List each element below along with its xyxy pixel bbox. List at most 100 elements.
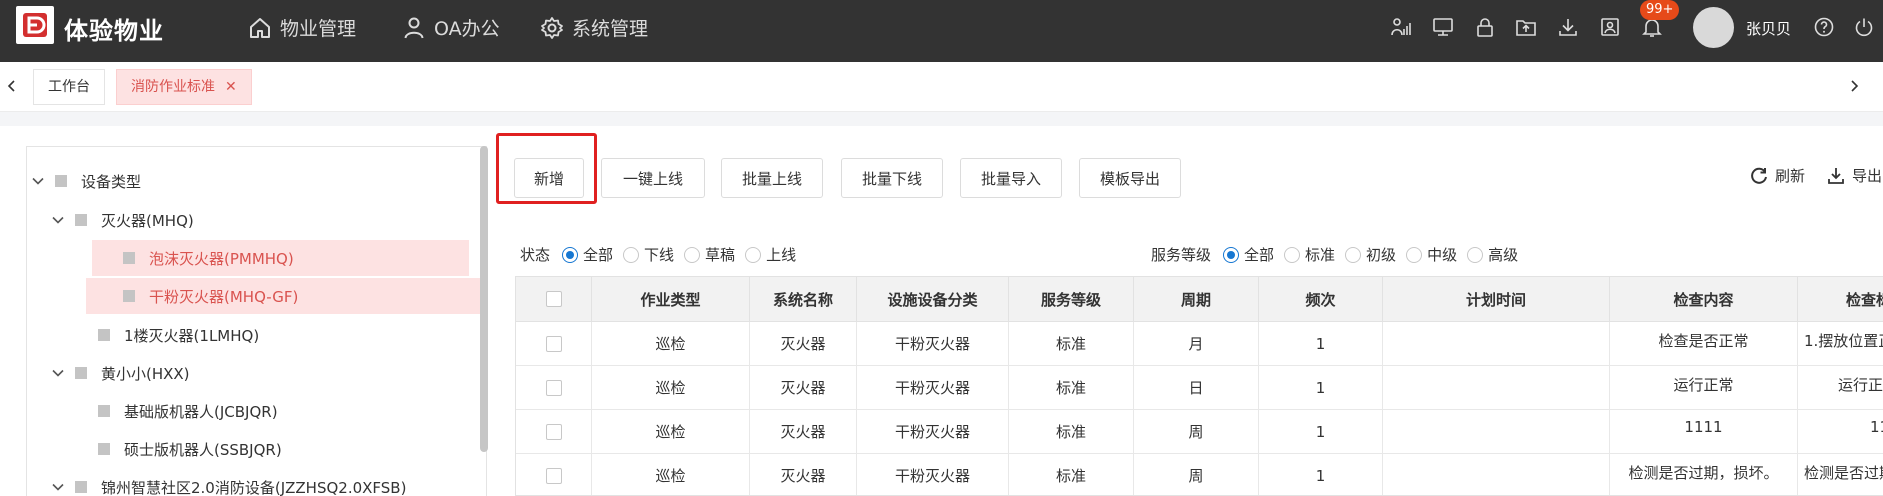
tab-label: 工作台 <box>48 79 90 95</box>
contact-icon[interactable] <box>1599 16 1621 38</box>
status-option-all[interactable]: 全部 <box>562 244 613 265</box>
status-option-offline[interactable]: 下线 <box>623 244 674 265</box>
batch-online-button[interactable]: 批量上线 <box>721 158 823 198</box>
tab-scroll-right[interactable] <box>1842 74 1866 98</box>
avatar[interactable] <box>1693 7 1734 48</box>
tree-node-mhq-gf[interactable]: 干粉灭火器(MHQ-GF) <box>86 278 481 314</box>
status-option-online[interactable]: 上线 <box>745 244 796 265</box>
radio-icon[interactable] <box>1467 246 1484 263</box>
batch-offline-button[interactable]: 批量下线 <box>841 158 943 198</box>
table-cell: 灭火器 <box>750 322 857 366</box>
folder-icon <box>75 481 87 493</box>
tree-node-hxx[interactable]: 黄小小(HXX) <box>27 355 485 391</box>
level-option-standard[interactable]: 标准 <box>1284 244 1335 265</box>
radio-icon[interactable] <box>1406 246 1423 263</box>
tree-node-root[interactable]: 设备类型 <box>27 163 485 199</box>
highlight-box <box>496 133 597 204</box>
select-all-checkbox[interactable] <box>545 291 562 307</box>
status-filter: 状态 全部 下线 草稿 上线 <box>520 244 806 265</box>
batch-import-button[interactable]: 批量导入 <box>960 158 1062 198</box>
one-click-online-button[interactable]: 一键上线 <box>601 158 705 198</box>
row-checkbox[interactable] <box>545 379 562 396</box>
tree-node-label: 灭火器(MHQ) <box>101 211 194 230</box>
table-cell: 1 <box>1259 366 1383 410</box>
chevron-down-icon[interactable] <box>31 174 45 188</box>
person-chart-icon[interactable] <box>1390 16 1412 38</box>
radio-icon[interactable] <box>1284 246 1301 263</box>
radio-label: 全部 <box>583 246 614 264</box>
chevron-right-icon <box>1851 80 1859 92</box>
lock-icon[interactable] <box>1474 16 1496 38</box>
folder-upload-icon[interactable] <box>1515 16 1537 38</box>
tree-node-pmmhq[interactable]: 泡沫灭火器(PMMHQ) <box>92 240 469 276</box>
tree-node-jcbjqr[interactable]: 基础版机器人(JCBJQR) <box>27 393 485 429</box>
table-cell: 检测是否过期， <box>1798 454 1883 495</box>
column-header[interactable]: 周期 <box>1134 277 1259 322</box>
folder-icon <box>75 214 87 226</box>
table-cell: 干粉灭火器 <box>857 322 1009 366</box>
column-header[interactable]: 检查内容 <box>1610 277 1798 322</box>
refresh-button[interactable]: 刷新 <box>1749 165 1805 186</box>
radio-label: 草稿 <box>705 246 736 264</box>
username[interactable]: 张贝贝 <box>1746 18 1791 39</box>
chevron-down-icon[interactable] <box>51 366 65 380</box>
row-checkbox[interactable] <box>545 335 562 352</box>
table-cell: 标准 <box>1009 366 1134 410</box>
radio-label: 初级 <box>1366 246 1397 264</box>
table-cell: 巡检 <box>592 454 750 495</box>
nav-oa-office[interactable]: OA办公 <box>402 14 500 41</box>
radio-icon[interactable] <box>623 246 640 263</box>
column-header[interactable]: 计划时间 <box>1383 277 1610 322</box>
radio-checked-icon[interactable] <box>562 246 579 263</box>
table-cell: 111 <box>1798 410 1883 454</box>
column-header[interactable]: 设施设备分类 <box>857 277 1009 322</box>
table-cell: 检查是否正常 <box>1610 322 1798 366</box>
table-row-checkbox-cell <box>516 454 592 495</box>
tree-node-ssbjqr[interactable]: 硕士版机器人(SSBJQR) <box>27 431 485 467</box>
chevron-down-icon[interactable] <box>51 213 65 227</box>
level-option-high[interactable]: 高级 <box>1467 244 1518 265</box>
content-divider <box>0 112 1883 126</box>
close-icon[interactable]: ✕ <box>225 79 237 95</box>
column-header[interactable]: 作业类型 <box>592 277 750 322</box>
tree-scrollbar[interactable] <box>480 146 488 452</box>
tab-workbench[interactable]: 工作台 <box>33 69 105 105</box>
download-icon[interactable] <box>1557 16 1579 38</box>
status-option-draft[interactable]: 草稿 <box>684 244 735 265</box>
brand-logo[interactable] <box>16 6 54 44</box>
radio-label: 上线 <box>766 246 797 264</box>
table-cell: 周 <box>1134 410 1259 454</box>
column-header[interactable]: 服务等级 <box>1009 277 1134 322</box>
status-filter-label: 状态 <box>520 246 551 264</box>
power-icon[interactable] <box>1853 16 1875 38</box>
tree-node-mhq[interactable]: 灭火器(MHQ) <box>27 202 485 238</box>
table-cell <box>1383 410 1610 454</box>
column-header[interactable]: 检查标 <box>1798 277 1883 322</box>
level-option-all[interactable]: 全部 <box>1223 244 1274 265</box>
nav-property-management[interactable]: 物业管理 <box>248 14 356 41</box>
table-cell: 灭火器 <box>750 410 857 454</box>
radio-icon[interactable] <box>1345 246 1362 263</box>
export-button[interactable]: 导出 <box>1826 165 1882 186</box>
monitor-icon[interactable] <box>1432 16 1454 38</box>
row-checkbox[interactable] <box>545 423 562 440</box>
tab-scroll-left[interactable] <box>0 74 24 98</box>
help-icon[interactable] <box>1813 16 1835 38</box>
radio-icon[interactable] <box>684 246 701 263</box>
row-checkbox[interactable] <box>545 467 562 484</box>
tree-node-1lmhq[interactable]: 1楼灭火器(1LMHQ) <box>27 317 485 353</box>
tab-fire-standard[interactable]: 消防作业标准 ✕ <box>116 69 252 105</box>
table-cell <box>1383 322 1610 366</box>
level-option-basic[interactable]: 初级 <box>1345 244 1396 265</box>
column-header[interactable]: 频次 <box>1259 277 1383 322</box>
tree-node-jzzhsq[interactable]: 锦州智慧社区2.0消防设备(JZZHSQ2.0XFSB) <box>27 469 485 496</box>
table-cell: 巡检 <box>592 322 750 366</box>
column-header[interactable]: 系统名称 <box>750 277 857 322</box>
export-label: 导出 <box>1852 167 1883 185</box>
chevron-down-icon[interactable] <box>51 480 65 494</box>
radio-icon[interactable] <box>745 246 762 263</box>
level-option-mid[interactable]: 中级 <box>1406 244 1457 265</box>
template-export-button[interactable]: 模板导出 <box>1079 158 1181 198</box>
radio-checked-icon[interactable] <box>1223 246 1240 263</box>
nav-system-management[interactable]: 系统管理 <box>540 14 648 41</box>
